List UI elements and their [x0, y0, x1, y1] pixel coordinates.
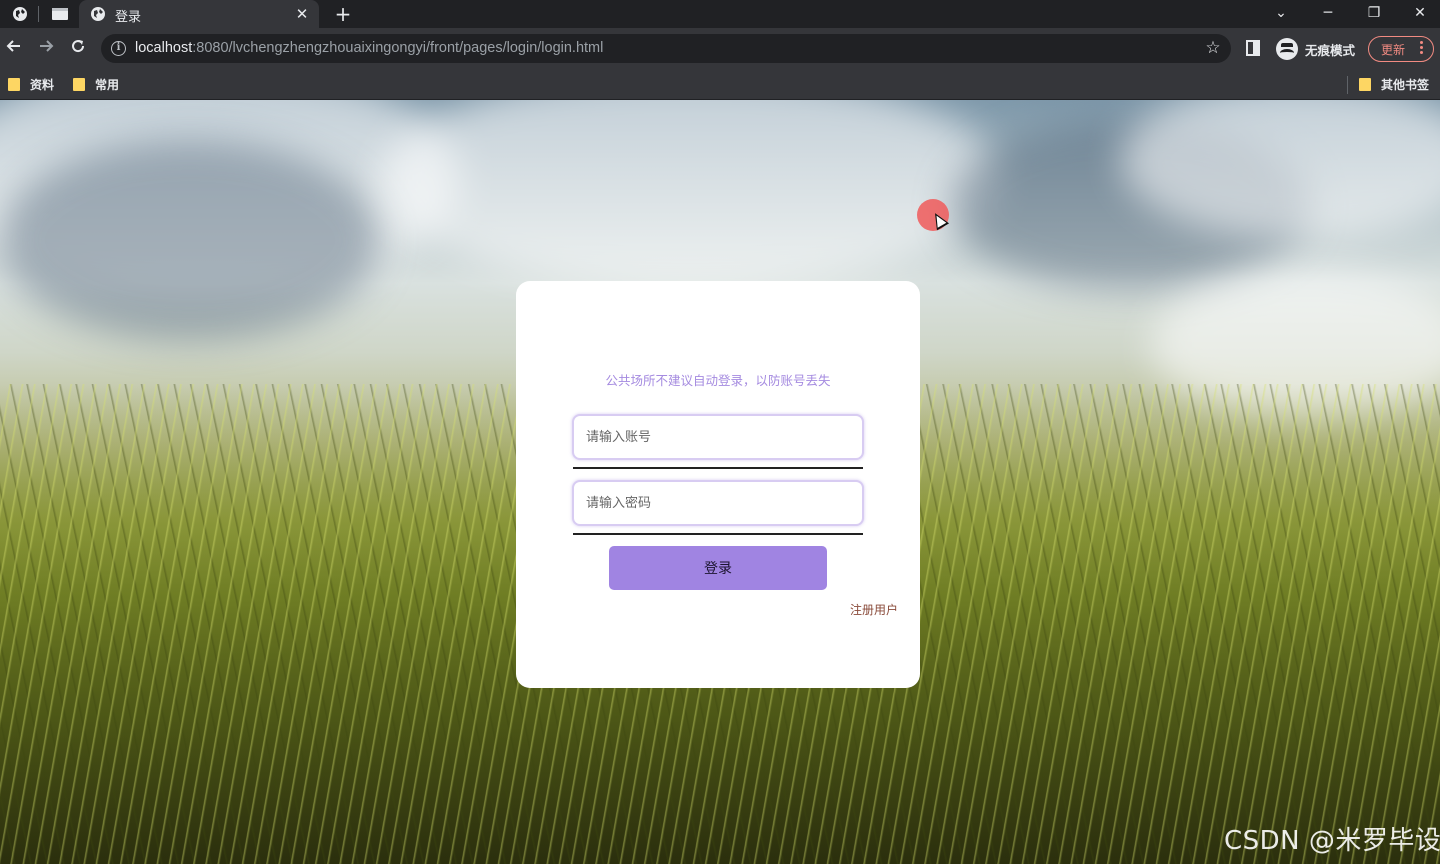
- folder-icon: [1359, 77, 1371, 91]
- tab-favicon-icon: [90, 6, 106, 22]
- globe-icon[interactable]: [9, 3, 31, 25]
- incognito-indicator[interactable]: 无痕模式: [1276, 37, 1355, 61]
- update-button[interactable]: 更新: [1368, 36, 1434, 62]
- bookmark-star-icon[interactable]: ☆: [1203, 38, 1223, 58]
- tab-divider: [38, 6, 39, 22]
- login-button[interactable]: 登录: [609, 546, 827, 590]
- url-host: localhost: [135, 40, 193, 56]
- password-field-wrapper: [572, 480, 864, 536]
- bookmark-folder-ziliao[interactable]: 资料: [8, 75, 54, 93]
- site-info-icon[interactable]: i: [111, 41, 126, 56]
- bookmark-label: 资料: [30, 77, 55, 92]
- tab-title: 登录: [115, 10, 142, 25]
- field-underline: [573, 467, 863, 469]
- incognito-icon: [1276, 38, 1298, 60]
- cloud-shape: [380, 100, 1000, 290]
- cloud-shape: [0, 140, 380, 340]
- browser-toolbar: i localhost:8080/lvchengzhengzhouaixingo…: [0, 28, 1440, 69]
- bookmark-label: 常用: [95, 77, 120, 92]
- bookmark-folder-changyong[interactable]: 常用: [73, 75, 119, 93]
- login-tip: 公共场所不建议自动登录，以防账号丢失: [605, 373, 831, 388]
- tab-group-icon[interactable]: [49, 3, 71, 25]
- watermark: CSDN @米罗毕设: [1224, 826, 1440, 856]
- update-label: 更新: [1381, 43, 1406, 57]
- tab-search-icon[interactable]: ⌄: [1266, 2, 1296, 24]
- address-bar[interactable]: i localhost:8080/lvchengzhengzhouaixingo…: [101, 34, 1231, 63]
- new-tab-button[interactable]: +: [332, 3, 354, 25]
- side-panel-icon[interactable]: [1246, 40, 1260, 56]
- folder-icon: [73, 77, 85, 91]
- login-card: 公共场所不建议自动登录，以防账号丢失 登录 注册用户: [516, 281, 920, 688]
- active-tab[interactable]: 登录 ✕: [79, 0, 319, 28]
- bookmarks-bar: 资料 常用 其他书签: [0, 69, 1440, 100]
- back-arrow-icon[interactable]: [2, 37, 26, 61]
- restore-button[interactable]: ❐: [1359, 2, 1389, 24]
- url-text[interactable]: localhost:8080/lvchengzhengzhouaixingong…: [135, 40, 603, 56]
- tab-close-icon[interactable]: ✕: [293, 5, 311, 23]
- minimize-button[interactable]: ─: [1313, 2, 1343, 24]
- password-input[interactable]: [572, 480, 864, 526]
- tab-strip: 登录 ✕ + ⌄ ─ ❐ ✕: [0, 0, 1440, 28]
- url-path: :8080/lvchengzhengzhouaixingongyi/front/…: [192, 40, 604, 56]
- register-link[interactable]: 注册用户: [850, 601, 898, 618]
- field-underline: [573, 533, 863, 535]
- reload-icon[interactable]: [66, 37, 90, 61]
- other-bookmarks-folder[interactable]: 其他书签: [1359, 75, 1429, 93]
- bookmarks-divider: [1347, 76, 1348, 94]
- page-background: 公共场所不建议自动登录，以防账号丢失 登录 注册用户: [0, 100, 1440, 864]
- forward-arrow-icon[interactable]: [34, 37, 58, 61]
- close-window-button[interactable]: ✕: [1405, 2, 1435, 24]
- incognito-label: 无痕模式: [1305, 42, 1356, 58]
- other-bookmarks-label: 其他书签: [1381, 77, 1430, 92]
- more-menu-icon[interactable]: [1420, 41, 1424, 57]
- account-field-wrapper: [572, 414, 864, 470]
- account-input[interactable]: [572, 414, 864, 460]
- folder-icon: [8, 77, 20, 91]
